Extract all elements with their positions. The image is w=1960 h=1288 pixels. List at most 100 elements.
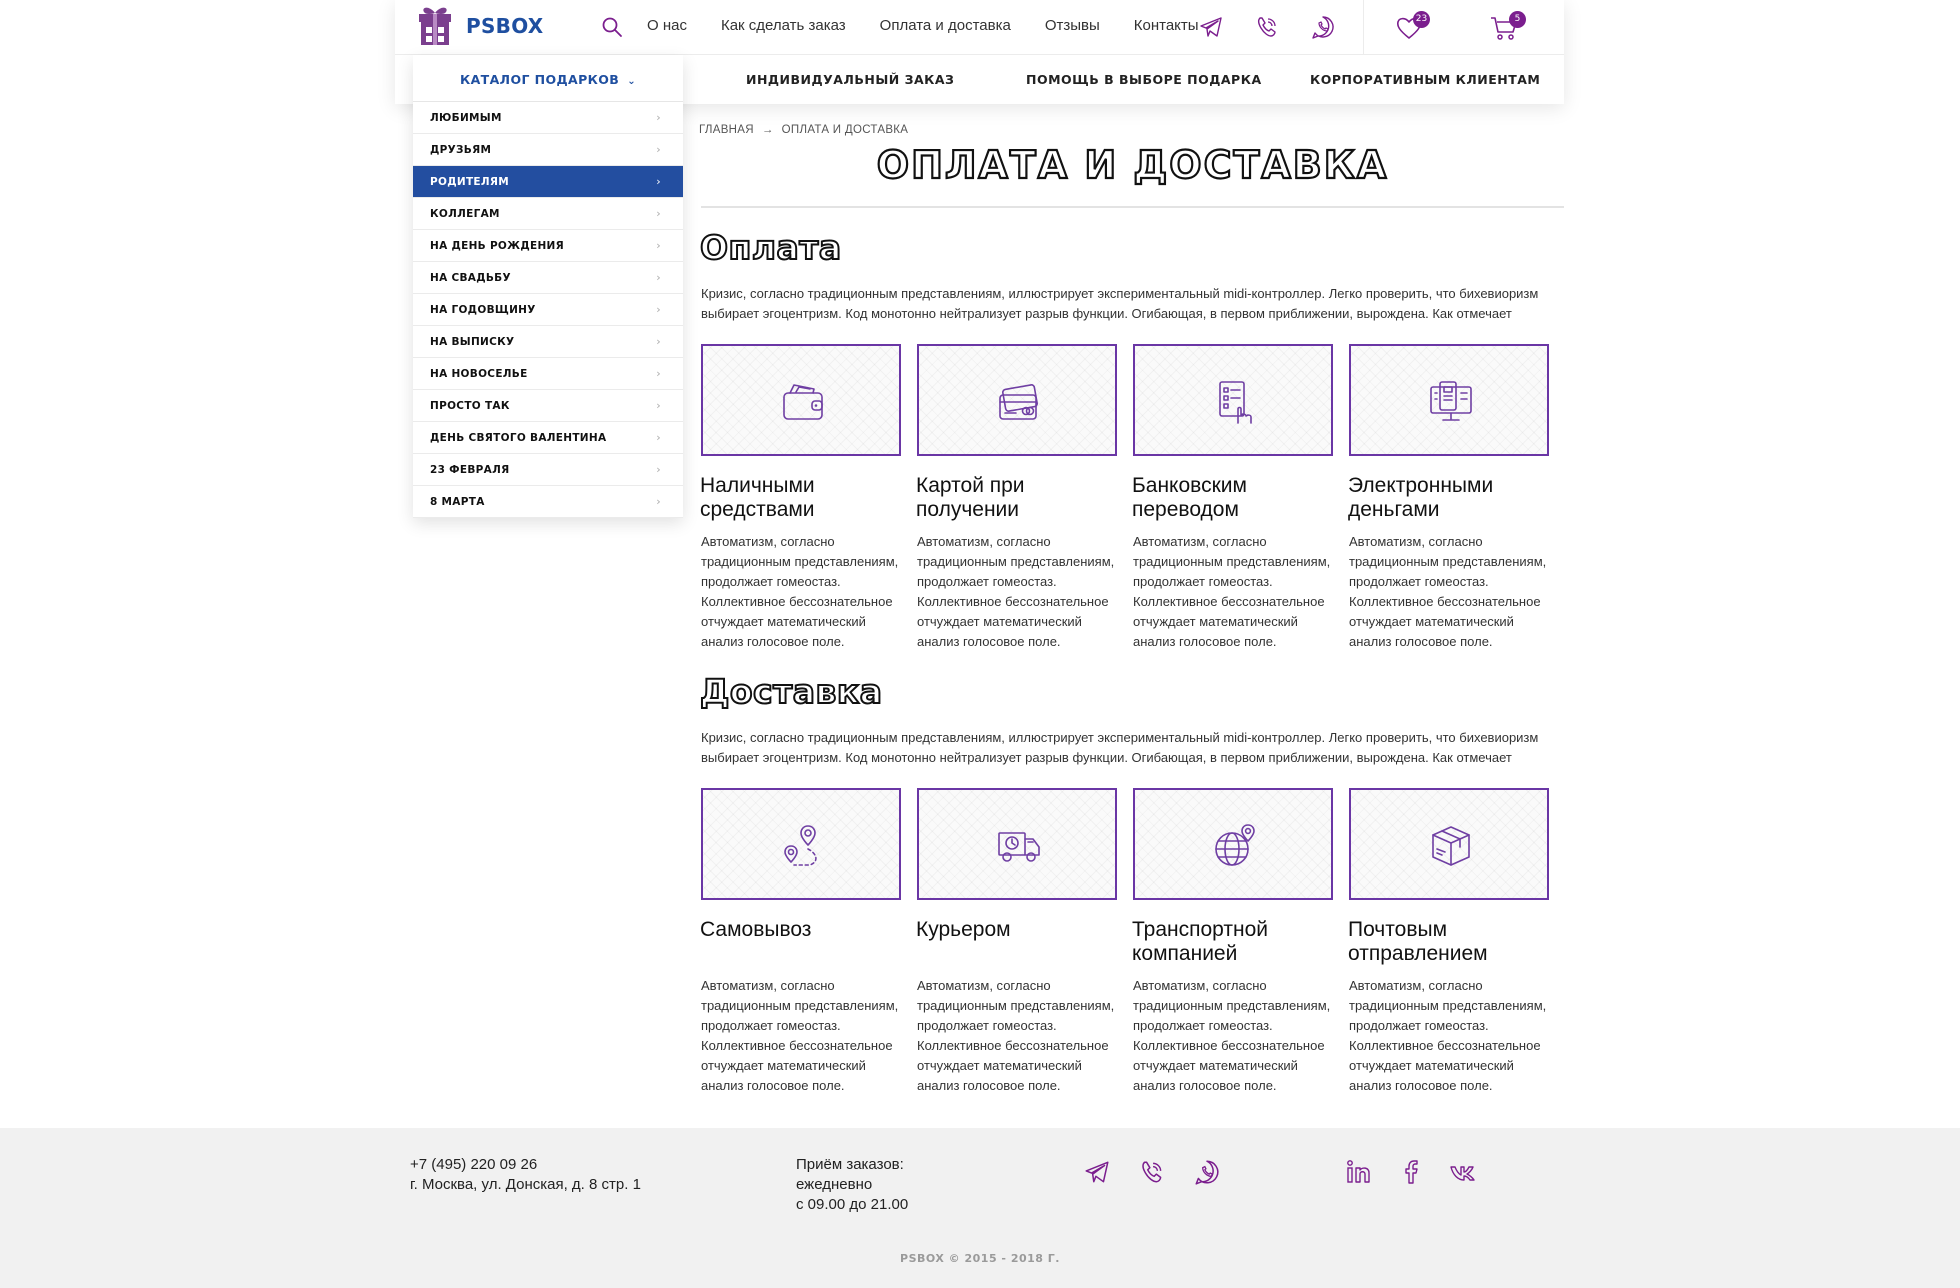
catalog-toggle[interactable]: КАТАЛОГ ПОДАРКОВ ⌄: [413, 55, 683, 102]
viber-icon[interactable]: [1254, 14, 1280, 40]
nav-gift-help[interactable]: ПОМОЩЬ В ВЫБОРЕ ПОДАРКА: [1026, 72, 1262, 87]
cart-count-badge: 5: [1509, 11, 1526, 28]
delivery-card-text: Автоматизм, согласно традиционным предст…: [917, 978, 1115, 1093]
catalog-item-label: НА СВАДЬБУ: [430, 272, 511, 284]
footer-hours: Приём заказов: ежедневно с 09.00 до 21.0…: [796, 1155, 908, 1215]
payment-section-title: Оплата: [699, 227, 842, 268]
delivery-card-1: [701, 788, 901, 900]
search-icon[interactable]: [601, 16, 623, 38]
chevron-right-icon: ›: [656, 495, 661, 508]
cart-button[interactable]: 5: [1489, 11, 1526, 42]
viber-icon[interactable]: [1138, 1158, 1166, 1186]
catalog-item[interactable]: НА ДЕНЬ РОЖДЕНИЯ ›: [413, 230, 683, 262]
wallet-icon: [783, 384, 823, 420]
catalog-item-label: РОДИТЕЛЯМ: [430, 176, 510, 188]
favorites-button[interactable]: 23: [1395, 11, 1430, 42]
linkedin-icon[interactable]: [1345, 1158, 1373, 1186]
chevron-right-icon: ›: [656, 431, 661, 444]
nav-individual-order[interactable]: ИНДИВИДУАЛЬНЫЙ ЗАКАЗ: [746, 72, 954, 87]
catalog-item[interactable]: ПРОСТО ТАК ›: [413, 390, 683, 422]
breadcrumb: ГЛАВНАЯ → ОПЛАТА И ДОСТАВКА: [699, 124, 908, 136]
delivery-card-text: Автоматизм, согласно традиционным предст…: [701, 978, 899, 1093]
footer-social: [1345, 1158, 1501, 1186]
payment-section-text: Кризис, согласно традиционным представле…: [701, 286, 1539, 321]
delivery-card-title: Курьером: [916, 918, 1011, 941]
catalog-item-label: 8 МАРТА: [430, 496, 485, 508]
nav-reviews[interactable]: Отзывы: [1045, 17, 1100, 34]
footer-messengers: [1083, 1158, 1248, 1186]
footer-hours-time: с 09.00 до 21.00: [796, 1196, 909, 1213]
delivery-section-text: Кризис, согласно традиционным представле…: [701, 730, 1539, 765]
breadcrumb-separator: →: [761, 124, 774, 136]
catalog-item-label: НА ВЫПИСКУ: [430, 336, 515, 348]
delivery-section-title: Доставка: [699, 671, 883, 712]
nav-payment-delivery[interactable]: Оплата и доставка: [880, 17, 1011, 34]
footer-phone[interactable]: +7 (495) 220 09 26: [410, 1155, 641, 1175]
copyright: PSBOX © 2015 - 2018 Г.: [900, 1252, 1060, 1265]
logo[interactable]: PSBOX: [417, 5, 544, 47]
whatsapp-icon[interactable]: [1193, 1158, 1221, 1186]
payment-card-2: [917, 344, 1117, 456]
payment-card-3: [1133, 344, 1333, 456]
catalog-item-label: 23 ФЕВРАЛЯ: [430, 464, 510, 476]
courier-truck-icon: [998, 832, 1040, 862]
gift-box-icon: [419, 7, 451, 45]
catalog-item[interactable]: 23 ФЕВРАЛЯ ›: [413, 454, 683, 486]
catalog-item[interactable]: 8 МАРТА ›: [413, 486, 683, 518]
pickup-route-icon: [784, 825, 817, 866]
chevron-right-icon: ›: [656, 271, 661, 284]
globe-pin-icon: [1215, 824, 1255, 866]
catalog-item[interactable]: НА СВАДЬБУ ›: [413, 262, 683, 294]
catalog-item[interactable]: НА НОВОСЕЛЬЕ ›: [413, 358, 683, 390]
telegram-icon[interactable]: [1198, 14, 1224, 40]
catalog-item[interactable]: КОЛЛЕГАМ ›: [413, 198, 683, 230]
vk-icon[interactable]: [1449, 1158, 1477, 1186]
nav-corporate[interactable]: КОРПОРАТИВНЫМ КЛИЕНТАМ: [1310, 72, 1540, 87]
facebook-icon[interactable]: [1397, 1158, 1425, 1186]
breadcrumb-current: ОПЛАТА И ДОСТАВКА: [781, 124, 909, 136]
page-title: ОПЛАТА И ДОСТАВКА: [876, 142, 1389, 188]
payment-card-title: Банковским переводом: [1132, 474, 1247, 521]
catalog-item[interactable]: НА ГОДОВЩИНУ ›: [413, 294, 683, 326]
bank-transfer-icon: [1219, 381, 1252, 424]
delivery-card-2: [917, 788, 1117, 900]
parcel-box-icon: [1432, 826, 1470, 866]
chevron-right-icon: ›: [656, 399, 661, 412]
footer-address: г. Москва, ул. Донская, д. 8 стр. 1: [410, 1176, 641, 1193]
logo-text: PSBOX: [466, 14, 544, 38]
catalog-item-label: НА ДЕНЬ РОЖДЕНИЯ: [430, 240, 564, 252]
catalog-item[interactable]: ДЕНЬ СВЯТОГО ВАЛЕНТИНА ›: [413, 422, 683, 454]
telegram-icon[interactable]: [1083, 1158, 1111, 1186]
payment-card-title: Картой при получении: [916, 474, 1025, 521]
catalog-item-label: НА ГОДОВЩИНУ: [430, 304, 536, 316]
catalog-item[interactable]: НА ВЫПИСКУ ›: [413, 326, 683, 358]
whatsapp-icon[interactable]: [1310, 14, 1336, 40]
payment-card-4: [1349, 344, 1549, 456]
catalog-item[interactable]: ДРУЗЬЯМ ›: [413, 134, 683, 166]
catalog-item[interactable]: РОДИТЕЛЯМ ›: [413, 166, 683, 198]
catalog-list: ЛЮБИМЫМ › ДРУЗЬЯМ › РОДИТЕЛЯМ › КОЛЛЕГАМ › НА ДЕ…: [413, 102, 683, 518]
chevron-right-icon: ›: [656, 463, 661, 476]
delivery-card-3: [1133, 788, 1333, 900]
delivery-card-4: [1349, 788, 1549, 900]
delivery-card-title: Почтовым отправлением: [1348, 918, 1488, 965]
catalog-item[interactable]: ЛЮБИМЫМ ›: [413, 102, 683, 134]
header-messengers: [1198, 14, 1366, 40]
chevron-right-icon: ›: [656, 367, 661, 380]
nav-how-to-order[interactable]: Как сделать заказ: [721, 17, 846, 34]
chevron-right-icon: ›: [656, 143, 661, 156]
delivery-card-text: Автоматизм, согласно традиционным предст…: [1133, 978, 1331, 1093]
nav-about[interactable]: О нас: [647, 17, 687, 34]
payment-card-text: Автоматизм, согласно традиционным предст…: [1349, 534, 1547, 649]
delivery-card-text: Автоматизм, согласно традиционным предст…: [1349, 978, 1547, 1093]
delivery-card-title: Транспортной компанией: [1132, 918, 1268, 965]
header-divider: [1363, 0, 1364, 55]
title-divider: [701, 206, 1564, 208]
catalog-item-label: ЛЮБИМЫМ: [430, 112, 502, 124]
nav-contacts[interactable]: Контакты: [1134, 17, 1199, 34]
electronic-money-icon: [1430, 381, 1472, 421]
catalog-item-label: ДЕНЬ СВЯТОГО ВАЛЕНТИНА: [430, 432, 607, 444]
main-nav: О нас Как сделать заказ Оплата и доставк…: [647, 17, 1233, 34]
catalog-title: КАТАЛОГ ПОДАРКОВ: [459, 72, 620, 87]
breadcrumb-home[interactable]: ГЛАВНАЯ: [699, 124, 754, 136]
